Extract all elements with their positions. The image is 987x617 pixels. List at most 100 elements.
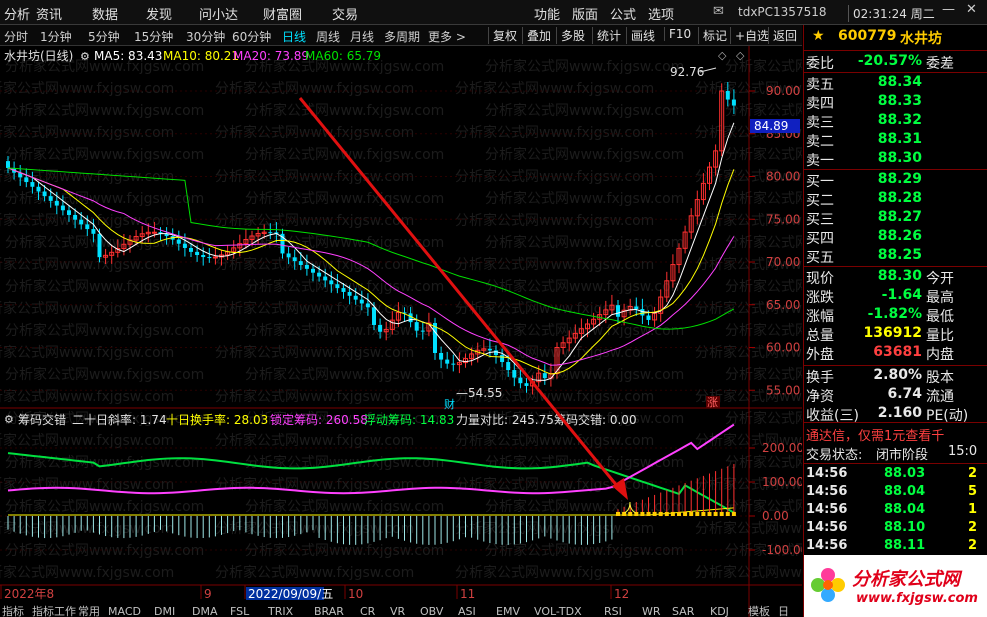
y-tick-label: 200.00 bbox=[762, 441, 802, 455]
menu-item[interactable]: 交易 bbox=[332, 4, 358, 23]
candle-body bbox=[634, 306, 639, 310]
minimize-icon[interactable]: — bbox=[942, 2, 955, 17]
toolbar-button[interactable]: 复权 bbox=[488, 27, 517, 44]
period-tab[interactable]: 15分钟 bbox=[134, 28, 173, 45]
ask-row: 卖一 88.30 bbox=[804, 150, 987, 169]
mail-icon[interactable]: ✉ bbox=[713, 4, 724, 19]
toolbar-button[interactable]: 多股 bbox=[556, 27, 585, 44]
candle-body bbox=[286, 253, 291, 258]
menu-item[interactable]: 选项 bbox=[648, 4, 674, 23]
indicator-tab[interactable]: ASI bbox=[458, 605, 476, 617]
period-tab[interactable]: 月线 bbox=[350, 28, 374, 45]
watermark-text: 分析家公式网www.fxjgsw.com bbox=[725, 278, 802, 295]
settings-icon[interactable]: ⚙ bbox=[80, 50, 90, 63]
diamond-icon[interactable]: ◇ bbox=[736, 49, 745, 62]
indicator-bar bbox=[695, 511, 700, 516]
menu-item[interactable]: 财富圈 bbox=[263, 4, 302, 23]
bid-row: 买一 88.29 bbox=[804, 171, 987, 190]
stat-row: 涨幅 -1.82% 最低 bbox=[804, 306, 987, 325]
logo-url: www.fxjgsw.com bbox=[856, 591, 978, 606]
favorite-icon[interactable]: ★ bbox=[812, 28, 825, 44]
period-tab[interactable]: 60分钟 bbox=[232, 28, 271, 45]
indicator-tab[interactable]: 常用 bbox=[78, 605, 100, 617]
period-tab[interactable]: 30分钟 bbox=[186, 28, 225, 45]
candle-body bbox=[189, 247, 193, 252]
indicator-tab[interactable]: EMV bbox=[496, 605, 520, 617]
menu-item[interactable]: 公式 bbox=[610, 4, 636, 23]
settings-icon[interactable]: ⚙ bbox=[4, 413, 14, 426]
watermark-text: 分析家公式网www.fxjgsw.com bbox=[245, 102, 444, 119]
indicator-bar bbox=[664, 511, 669, 516]
toolbar-button[interactable]: 统计 bbox=[592, 27, 621, 44]
indicator-tab[interactable]: MACD bbox=[108, 605, 141, 617]
menu-item[interactable]: 发现 bbox=[146, 4, 172, 23]
indicator-bar bbox=[670, 511, 675, 516]
candle-body bbox=[616, 305, 620, 317]
period-tab[interactable]: 更多 > bbox=[428, 28, 466, 45]
watermark-text: 分析家公式网www.fxjgsw.com bbox=[215, 124, 414, 141]
menu-item[interactable]: 数据 bbox=[92, 4, 118, 23]
watermark-text: 分析家公式网www.fxjgsw.com bbox=[485, 278, 684, 295]
menu-item[interactable]: 功能 bbox=[534, 4, 560, 23]
indicator-tab[interactable]: RSI bbox=[604, 605, 622, 617]
candle-body bbox=[36, 186, 41, 192]
indicator-tab[interactable]: TRIX bbox=[267, 605, 294, 617]
indicator-tab[interactable]: 指标工作 bbox=[32, 604, 76, 617]
indicator-tab[interactable]: BRAR bbox=[314, 605, 344, 617]
stat-value: 6.74 bbox=[887, 386, 922, 402]
candle-body bbox=[518, 377, 523, 384]
indicator-tab[interactable]: SAR bbox=[672, 605, 695, 617]
indicator-tab[interactable]: OBV bbox=[420, 605, 444, 617]
watermark-text: 分析家公式网www.fxjgsw.com bbox=[5, 102, 204, 119]
kline-chart[interactable]: 分析家公式网www.fxjgsw.com 分析家公式网www.fxjgsw.com… bbox=[0, 46, 802, 617]
indicator-tab[interactable]: 模板 bbox=[748, 604, 770, 617]
indicator-tab[interactable]: KDJ bbox=[710, 605, 729, 617]
period-tab[interactable]: 周线 bbox=[316, 28, 340, 45]
menu-item[interactable]: 版面 bbox=[572, 4, 598, 23]
stat-label-2: 今开 bbox=[926, 271, 954, 287]
indicator-bar bbox=[652, 511, 657, 516]
indicator-bar bbox=[683, 511, 688, 516]
candle-body bbox=[317, 272, 322, 277]
toolbar-button[interactable]: 标记 bbox=[698, 27, 727, 44]
toolbar-button[interactable]: 返回 bbox=[768, 27, 797, 44]
watermark-text: 分析家公式网www.fxjgsw.com bbox=[5, 278, 204, 295]
indicator-tab[interactable]: VOL-TDX bbox=[534, 605, 582, 617]
period-tab[interactable]: 日线 bbox=[282, 28, 306, 45]
watermark-text: 分析家公式网www.fxjgsw.com bbox=[215, 344, 414, 361]
candle-body bbox=[524, 383, 529, 386]
toolbar-button[interactable]: 画线 bbox=[626, 27, 655, 44]
ad-banner[interactable]: 通达信，仅需1元查看千 bbox=[806, 425, 944, 444]
toolbar-button[interactable]: 叠加 bbox=[522, 27, 551, 44]
menu-item[interactable]: 分析 bbox=[4, 4, 30, 23]
toolbar-button[interactable]: F10 bbox=[664, 27, 691, 41]
indicator-tab[interactable]: DMA bbox=[192, 605, 218, 617]
bid-price: 88.26 bbox=[877, 228, 922, 244]
indicator-tab[interactable]: WR bbox=[642, 605, 661, 617]
indicator-tab[interactable]: CR bbox=[360, 605, 376, 617]
bid-row: 买二 88.28 bbox=[804, 190, 987, 209]
period-tab[interactable]: 分时 bbox=[4, 28, 28, 45]
watermark-text: 分析家公式网www.fxjgsw.com bbox=[245, 322, 444, 339]
close-icon[interactable]: ✕ bbox=[966, 2, 977, 17]
indicator-tab[interactable]: 指标 bbox=[2, 604, 24, 617]
period-tab[interactable]: 5分钟 bbox=[88, 28, 120, 45]
menu-item[interactable]: 资讯 bbox=[36, 4, 62, 23]
menu-item[interactable]: 问小达 bbox=[199, 4, 238, 23]
candle-body bbox=[353, 295, 358, 300]
toolbar-button[interactable]: +自选 bbox=[730, 27, 769, 44]
candle-body bbox=[445, 359, 450, 364]
diamond-icon[interactable]: ◇ bbox=[718, 49, 727, 62]
watermark-text: 分析家公式网www.fxjgsw.com bbox=[455, 124, 654, 141]
indicator-tab[interactable]: DMI bbox=[154, 605, 175, 617]
watermark-text: 分析家公式网www.fxjgsw.com bbox=[5, 146, 204, 163]
candle-body bbox=[372, 307, 376, 325]
period-tab[interactable]: 1分钟 bbox=[40, 28, 72, 45]
candle-body bbox=[414, 322, 419, 331]
indicator-bar bbox=[658, 511, 663, 516]
indicator-tab[interactable]: VR bbox=[390, 605, 406, 617]
stat-row: 现价 88.30 今开 bbox=[804, 268, 987, 287]
period-tab[interactable]: 多周期 bbox=[384, 28, 420, 45]
indicator-tab[interactable]: 日 bbox=[778, 605, 789, 617]
indicator-tab[interactable]: FSL bbox=[230, 605, 250, 617]
